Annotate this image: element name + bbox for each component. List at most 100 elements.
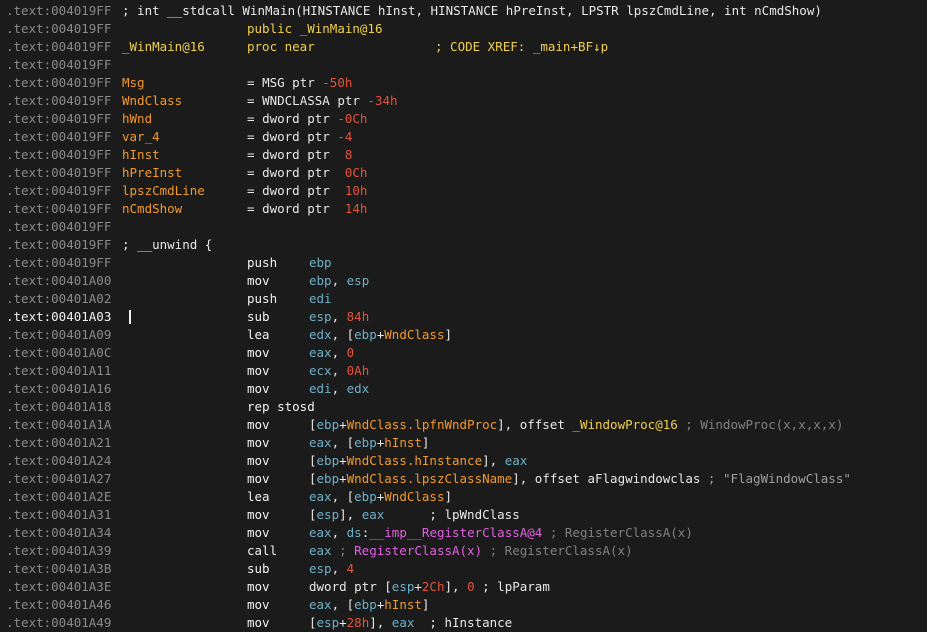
register-operand[interactable]: ebp bbox=[354, 435, 377, 450]
listing-line[interactable]: .text:00401A2E lea eax, [ebp+WndClass] bbox=[0, 488, 927, 506]
register-operand[interactable]: ecx bbox=[309, 363, 332, 378]
address-label[interactable]: .text:004019FF bbox=[6, 92, 111, 110]
address-label[interactable]: .text:004019FF bbox=[6, 128, 111, 146]
address-label[interactable]: .text:00401A16 bbox=[6, 380, 111, 398]
address-label[interactable]: .text:00401A2E bbox=[6, 488, 111, 506]
register-operand[interactable]: ebp bbox=[317, 471, 340, 486]
register-operand[interactable]: ebp bbox=[354, 327, 377, 342]
listing-line[interactable]: .text:00401A0C mov eax, 0 bbox=[0, 344, 927, 362]
listing-line[interactable]: .text:004019FF ; __unwind { bbox=[0, 236, 927, 254]
register-operand[interactable]: eax bbox=[309, 597, 332, 612]
import-reference[interactable]: __imp__RegisterClassA@4 bbox=[369, 525, 542, 540]
memory-symbol[interactable]: WndClass.lpfnWndProc bbox=[347, 417, 498, 432]
register-operand[interactable]: ebp bbox=[354, 489, 377, 504]
listing-line[interactable]: .text:004019FF hWnd = dword ptr -0Ch bbox=[0, 110, 927, 128]
memory-symbol[interactable]: WndClass.lpszClassName bbox=[347, 471, 513, 486]
immediate-operand[interactable]: 0Ah bbox=[347, 363, 370, 378]
address-label[interactable]: .text:004019FF bbox=[6, 2, 111, 20]
stack-variable-name[interactable]: hInst bbox=[122, 146, 160, 164]
register-operand[interactable]: esp bbox=[392, 579, 415, 594]
instruction-mnemonic[interactable]: sub bbox=[247, 308, 270, 326]
immediate-operand[interactable]: 2Ch bbox=[422, 579, 445, 594]
instruction-mnemonic[interactable]: lea bbox=[247, 488, 270, 506]
instruction-mnemonic[interactable]: mov bbox=[247, 506, 270, 524]
listing-line[interactable]: .text:00401A18 rep stosd bbox=[0, 398, 927, 416]
code-xref-comment[interactable]: ; CODE XREF: _main+BF↓p bbox=[435, 38, 608, 56]
address-label[interactable]: .text:00401A39 bbox=[6, 542, 111, 560]
instruction-mnemonic[interactable]: mov bbox=[247, 452, 270, 470]
register-operand[interactable]: ebp bbox=[309, 255, 332, 270]
import-reference[interactable]: RegisterClassA(x) bbox=[354, 543, 482, 558]
disassembly-listing[interactable]: .text:004019FF ; int __stdcall WinMain(HI… bbox=[0, 0, 927, 630]
listing-line[interactable]: .text:00401A3B sub esp, 4 bbox=[0, 560, 927, 578]
public-symbol-name[interactable]: _WinMain@16 bbox=[300, 21, 383, 36]
register-operand[interactable]: esp bbox=[347, 273, 370, 288]
register-operand[interactable]: esp bbox=[309, 309, 332, 324]
stack-variable-name[interactable]: nCmdShow bbox=[122, 200, 182, 218]
register-operand[interactable]: esp bbox=[309, 561, 332, 576]
instruction-mnemonic[interactable]: push bbox=[247, 254, 277, 272]
listing-line[interactable]: .text:004019FF hPreInst = dword ptr 0Ch bbox=[0, 164, 927, 182]
stack-variable-name[interactable]: hWnd bbox=[122, 110, 152, 128]
listing-line[interactable]: .text:00401A21 mov eax, [ebp+hInst] bbox=[0, 434, 927, 452]
address-label[interactable]: .text:00401A02 bbox=[6, 290, 111, 308]
address-label[interactable]: .text:00401A03 bbox=[6, 308, 111, 326]
stack-variable-name[interactable]: var_4 bbox=[122, 128, 160, 146]
register-operand[interactable]: eax bbox=[505, 453, 528, 468]
listing-line[interactable]: .text:004019FF bbox=[0, 56, 927, 74]
listing-line[interactable]: .text:004019FF hInst = dword ptr 8 bbox=[0, 146, 927, 164]
address-label[interactable]: .text:00401A24 bbox=[6, 452, 111, 470]
register-operand[interactable]: eax bbox=[309, 543, 332, 558]
address-label[interactable]: .text:004019FF bbox=[6, 56, 111, 74]
instruction-mnemonic[interactable]: mov bbox=[247, 380, 270, 398]
instruction-mnemonic[interactable]: mov bbox=[247, 416, 270, 434]
memory-symbol[interactable]: WndClass bbox=[384, 327, 444, 342]
listing-line[interactable]: .text:00401A24 mov [ebp+WndClass.hInstance… bbox=[0, 452, 927, 470]
instruction-mnemonic[interactable]: mov bbox=[247, 578, 270, 596]
memory-symbol[interactable]: WndClass bbox=[384, 489, 444, 504]
instruction-mnemonic[interactable]: lea bbox=[247, 326, 270, 344]
address-label[interactable]: .text:004019FF bbox=[6, 74, 111, 92]
instruction-mnemonic[interactable]: mov bbox=[247, 344, 270, 362]
listing-line[interactable]: .text:00401A00 mov ebp, esp bbox=[0, 272, 927, 290]
stack-variable-name[interactable]: hPreInst bbox=[122, 164, 182, 182]
address-label[interactable]: .text:00401A34 bbox=[6, 524, 111, 542]
listing-line[interactable]: .text:00401A11 mov ecx, 0Ah bbox=[0, 362, 927, 380]
instruction-mnemonic[interactable]: mov bbox=[247, 470, 270, 488]
memory-symbol[interactable]: hInst bbox=[384, 597, 422, 612]
listing-line[interactable]: .text:00401A49 mov [esp+28h], eax ; hInsta… bbox=[0, 614, 927, 632]
immediate-operand[interactable]: 0 bbox=[467, 579, 475, 594]
address-label[interactable]: .text:004019FF bbox=[6, 146, 111, 164]
instruction-mnemonic[interactable]: mov bbox=[247, 362, 270, 380]
listing-line[interactable]: .text:00401A16 mov edi, edx bbox=[0, 380, 927, 398]
register-operand[interactable]: edi bbox=[309, 291, 332, 306]
register-operand[interactable]: eax bbox=[309, 489, 332, 504]
listing-line[interactable]: .text:004019FF bbox=[0, 218, 927, 236]
address-label[interactable]: .text:004019FF bbox=[6, 200, 111, 218]
instruction-mnemonic[interactable]: sub bbox=[247, 560, 270, 578]
listing-line[interactable]: .text:00401A39 call eax ; RegisterClassA(x… bbox=[0, 542, 927, 560]
memory-symbol[interactable]: WndClass.hInstance bbox=[347, 453, 482, 468]
listing-line[interactable]: .text:004019FF _WinMain@16 proc near ; CODE… bbox=[0, 38, 927, 56]
listing-line[interactable]: .text:004019FF var_4 = dword ptr -4 bbox=[0, 128, 927, 146]
stack-variable-name[interactable]: WndClass bbox=[122, 92, 182, 110]
instruction-mnemonic[interactable]: mov bbox=[247, 524, 270, 542]
stack-variable-name[interactable]: Msg bbox=[122, 74, 145, 92]
register-operand[interactable]: ebp bbox=[317, 453, 340, 468]
instruction-mnemonic[interactable]: call bbox=[247, 542, 277, 560]
instruction-mnemonic[interactable]: push bbox=[247, 290, 277, 308]
instruction-mnemonic[interactable]: mov bbox=[247, 272, 270, 290]
address-label[interactable]: .text:004019FF bbox=[6, 164, 111, 182]
listing-line[interactable]: .text:004019FF lpszCmdLine = dword ptr 10h bbox=[0, 182, 927, 200]
register-operand[interactable]: edx bbox=[347, 381, 370, 396]
listing-line[interactable]: .text:004019FF nCmdShow = dword ptr 14h bbox=[0, 200, 927, 218]
function-reference[interactable]: _WindowProc@16 bbox=[572, 417, 677, 432]
listing-line[interactable]: .text:004019FF Msg = MSG ptr -50h bbox=[0, 74, 927, 92]
address-label[interactable]: .text:00401A46 bbox=[6, 596, 111, 614]
instruction-mnemonic[interactable]: mov bbox=[247, 614, 270, 632]
listing-line[interactable]: .text:004019FF WndClass = WNDCLASSA ptr -3… bbox=[0, 92, 927, 110]
address-label[interactable]: .text:004019FF bbox=[6, 38, 111, 56]
address-label[interactable]: .text:004019FF bbox=[6, 254, 111, 272]
listing-line[interactable]: .text:00401A1A mov [ebp+WndClass.lpfnWndPr… bbox=[0, 416, 927, 434]
listing-line[interactable]: .text:00401A03 sub esp, 84h bbox=[0, 308, 927, 326]
